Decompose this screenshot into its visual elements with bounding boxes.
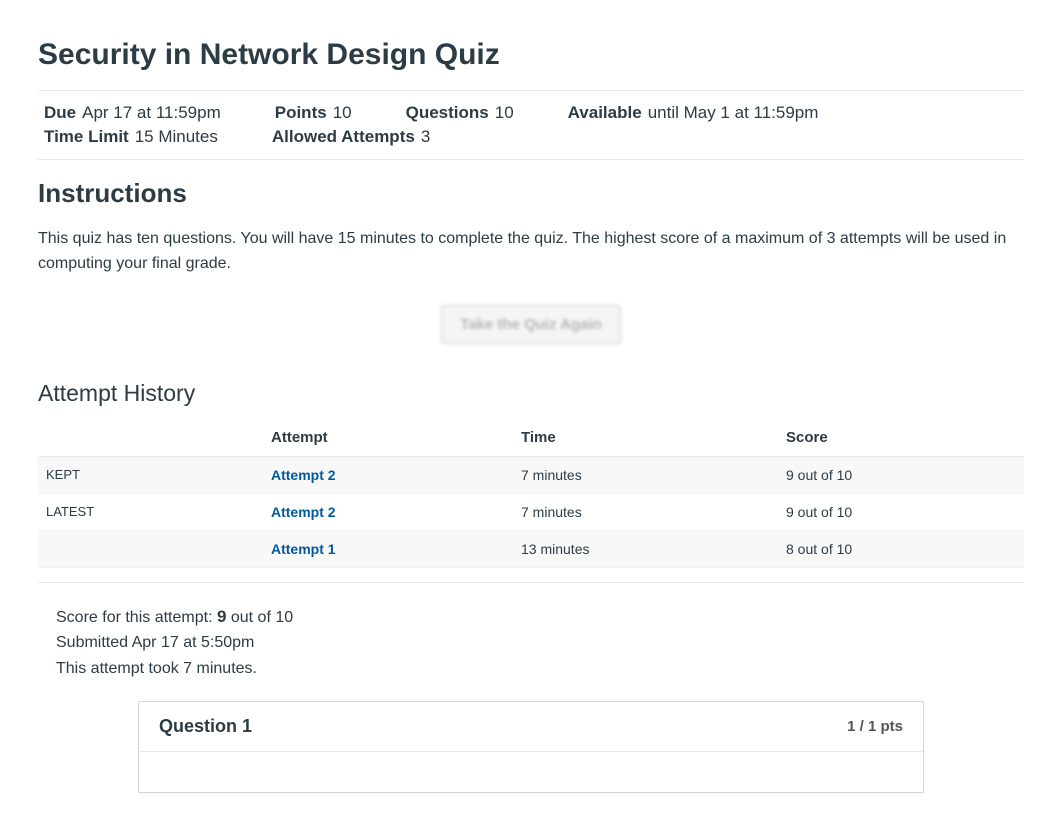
row-time: 7 minutes <box>513 456 778 493</box>
row-tag: LATEST <box>38 493 263 530</box>
row-score: 9 out of 10 <box>778 493 1024 530</box>
meta-due-value: Apr 17 at 11:59pm <box>82 103 221 123</box>
row-score: 9 out of 10 <box>778 456 1024 493</box>
meta-due-label: Due <box>38 103 76 123</box>
score-summary: Score for this attempt: 9 out of 10 Subm… <box>38 603 1024 682</box>
col-attempt: Attempt <box>263 419 513 457</box>
question-label: Question 1 <box>159 716 252 737</box>
row-time: 7 minutes <box>513 493 778 530</box>
question-points: 1 / 1 pts <box>847 718 903 735</box>
meta-points-label: Points <box>269 103 327 123</box>
score-suffix: out of 10 <box>226 609 293 626</box>
question-header: Question 1 1 / 1 pts <box>139 702 923 752</box>
duration-text: This attempt took 7 minutes. <box>56 656 1006 682</box>
meta-questions-value: 10 <box>495 103 514 123</box>
table-row: LATEST Attempt 2 7 minutes 9 out of 10 <box>38 493 1024 530</box>
attempt-link[interactable]: Attempt 1 <box>271 541 336 557</box>
attempt-history-table: Attempt Time Score KEPT Attempt 2 7 minu… <box>38 419 1024 568</box>
score-prefix: Score for this attempt: <box>56 609 217 626</box>
meta-time-limit-label: Time Limit <box>38 127 129 147</box>
table-row: Attempt 1 13 minutes 8 out of 10 <box>38 530 1024 567</box>
col-score: Score <box>778 419 1024 457</box>
submitted-text: Submitted Apr 17 at 5:50pm <box>56 630 1006 656</box>
question-card: Question 1 1 / 1 pts <box>138 701 924 793</box>
attempt-link[interactable]: Attempt 2 <box>271 467 336 483</box>
col-time: Time <box>513 419 778 457</box>
meta-attempts-value: 3 <box>421 127 430 147</box>
col-blank <box>38 419 263 457</box>
meta-attempts-label: Allowed Attempts <box>266 127 415 147</box>
meta-time-limit-value: 15 Minutes <box>135 127 218 147</box>
divider <box>38 582 1024 583</box>
attempt-history-heading: Attempt History <box>38 380 1024 407</box>
attempt-link[interactable]: Attempt 2 <box>271 504 336 520</box>
page-title: Security in Network Design Quiz <box>38 38 1024 72</box>
meta-points: Points 10 <box>269 103 352 123</box>
meta-available-value: until May 1 at 11:59pm <box>648 103 819 123</box>
question-body <box>139 752 923 792</box>
meta-time-limit: Time Limit 15 Minutes <box>38 127 218 147</box>
score-value: 9 <box>217 607 226 626</box>
row-score: 8 out of 10 <box>778 530 1024 567</box>
meta-points-value: 10 <box>333 103 352 123</box>
row-time: 13 minutes <box>513 530 778 567</box>
instructions-heading: Instructions <box>38 178 1024 209</box>
row-tag: KEPT <box>38 456 263 493</box>
instructions-text: This quiz has ten questions. You will ha… <box>38 227 1024 277</box>
meta-questions: Questions 10 <box>400 103 514 123</box>
meta-available-label: Available <box>562 103 642 123</box>
meta-due: Due Apr 17 at 11:59pm <box>38 103 221 123</box>
meta-attempts: Allowed Attempts 3 <box>266 127 430 147</box>
meta-available: Available until May 1 at 11:59pm <box>562 103 819 123</box>
row-tag <box>38 530 263 567</box>
take-quiz-again-button[interactable]: Take the Quiz Again <box>441 305 621 344</box>
meta-bar: Due Apr 17 at 11:59pm Points 10 Question… <box>38 90 1024 160</box>
meta-questions-label: Questions <box>400 103 489 123</box>
table-row: KEPT Attempt 2 7 minutes 9 out of 10 <box>38 456 1024 493</box>
